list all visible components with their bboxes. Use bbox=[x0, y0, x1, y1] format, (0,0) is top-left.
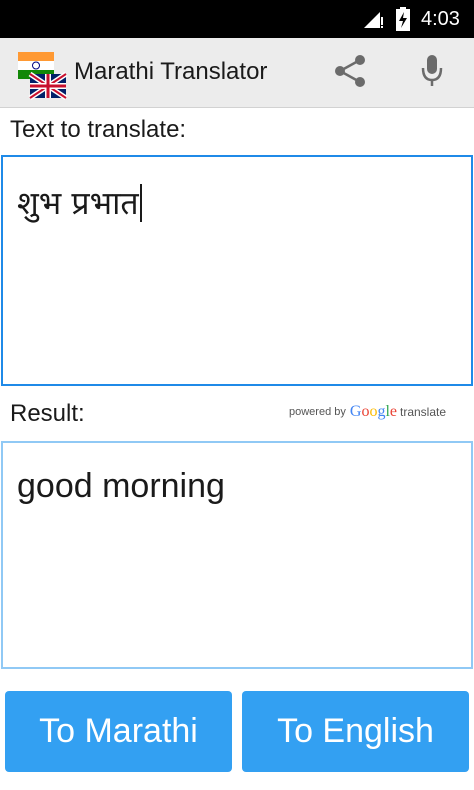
status-bar: 4:03 bbox=[0, 0, 474, 38]
to-english-button[interactable]: To English bbox=[242, 691, 469, 772]
text-cursor bbox=[139, 184, 142, 222]
powered-by-google-translate: powered by Google translate bbox=[289, 402, 446, 422]
input-text-field[interactable]: शुभ प्रभात bbox=[1, 155, 473, 386]
result-text-field[interactable]: good morning bbox=[1, 441, 473, 669]
battery-charging-icon bbox=[396, 7, 410, 36]
input-label: Text to translate: bbox=[10, 116, 187, 143]
to-marathi-button[interactable]: To Marathi bbox=[5, 691, 232, 772]
share-icon bbox=[332, 53, 368, 94]
input-text-value: शुभ प्रभात bbox=[17, 181, 142, 224]
share-button[interactable] bbox=[322, 48, 378, 98]
translate-text: translate bbox=[400, 405, 447, 419]
result-label: Result: bbox=[10, 400, 85, 427]
india-uk-flags-icon bbox=[18, 46, 68, 101]
result-text-value: good morning bbox=[17, 467, 225, 505]
microphone-button[interactable] bbox=[404, 48, 460, 98]
action-bar: Marathi Translator bbox=[0, 38, 474, 108]
google-logo: Google bbox=[349, 403, 397, 420]
powered-by-text: powered by bbox=[289, 406, 346, 418]
app-title: Marathi Translator bbox=[74, 58, 268, 85]
microphone-icon bbox=[420, 53, 444, 94]
signal-icon bbox=[363, 9, 383, 34]
status-time: 4:03 bbox=[421, 8, 460, 30]
